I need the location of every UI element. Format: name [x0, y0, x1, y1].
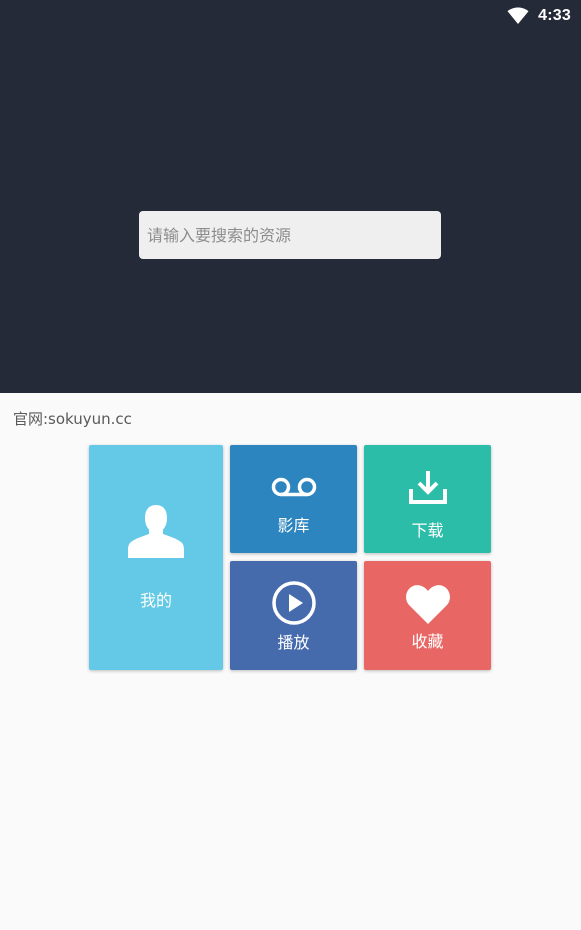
play-label: 播放 [277, 633, 310, 652]
user-icon [128, 505, 184, 558]
wifi-icon [507, 7, 529, 24]
voicemail-icon [271, 477, 316, 497]
heart-icon [405, 585, 450, 624]
favorites-label: 收藏 [411, 632, 444, 651]
play-circle-icon [271, 581, 316, 625]
download-icon [408, 471, 447, 504]
official-site-label: 官网:sokuyun.cc [13, 410, 132, 428]
mine-tile[interactable]: 我的 [89, 445, 223, 670]
search-header: 4:33 [0, 0, 581, 393]
library-tile[interactable]: 影库 [230, 445, 357, 553]
favorites-tile[interactable]: 收藏 [364, 561, 491, 670]
status-clock: 4:33 [538, 7, 571, 24]
download-label: 下载 [411, 521, 444, 540]
play-tile[interactable]: 播放 [230, 561, 357, 670]
search-input[interactable] [139, 211, 441, 259]
status-bar: 4:33 [507, 0, 581, 32]
mine-label: 我的 [139, 591, 172, 610]
download-tile[interactable]: 下载 [364, 445, 491, 553]
library-label: 影库 [277, 516, 310, 535]
